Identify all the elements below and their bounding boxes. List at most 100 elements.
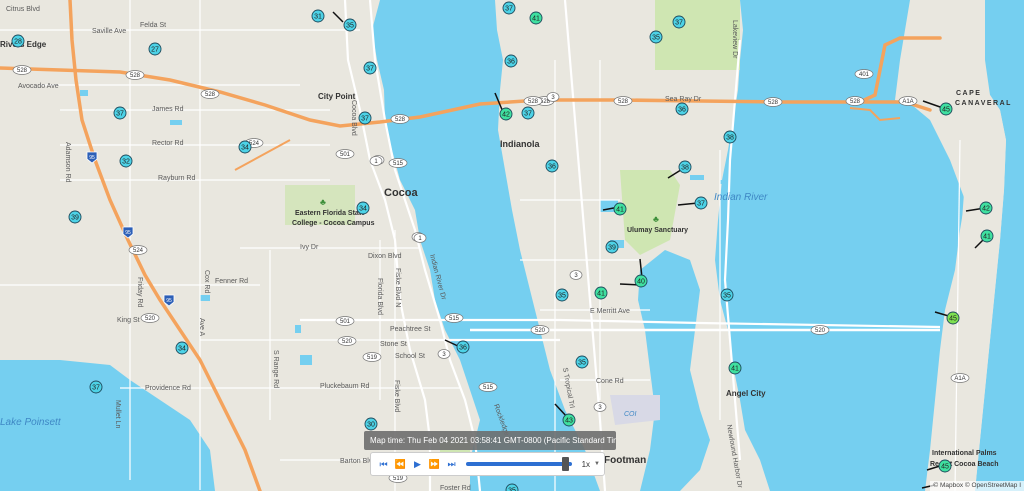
weather-station-marker[interactable]: 41 (980, 229, 994, 243)
skip-to-end-button[interactable]: ⏭ (443, 456, 460, 472)
street-label: Citrus Blvd (6, 6, 40, 13)
route-number-label: 519 (367, 355, 378, 361)
speed-select[interactable]: 1x ▼ (578, 460, 600, 469)
route-number-label: 401 (859, 72, 870, 78)
street-label: Mullet Ln (114, 400, 121, 429)
weather-station-marker[interactable]: 32 (119, 154, 133, 168)
route-number-label: A1A (902, 99, 913, 105)
temperature-value: 37 (366, 66, 374, 73)
street-label: Stone St (380, 341, 407, 348)
place-name-label: CANAVERAL (955, 100, 1012, 107)
weather-station-marker[interactable]: 41 (613, 202, 627, 216)
weather-station-marker[interactable]: 39 (68, 210, 82, 224)
map-time-tooltip: Map time: Thu Feb 04 2021 03:58:41 GMT-0… (364, 431, 616, 450)
route-shield-icon: 520 (140, 313, 160, 323)
fast-forward-icon: ⏩ (428, 458, 441, 469)
college-icon: ♣ (320, 197, 326, 207)
route-shield-icon: 520 (810, 325, 830, 335)
route-shield-icon: 520 (530, 325, 550, 335)
playback-controls: ⏮ ⏪ ▶ ⏩ ⏭ 1x ▼ (370, 452, 605, 476)
weather-station-marker[interactable]: 45 (946, 311, 960, 325)
weather-station-marker[interactable]: 38 (678, 160, 692, 174)
route-number-label: 95 (89, 155, 95, 161)
weather-station-marker[interactable]: 35 (555, 288, 569, 302)
weather-station-marker[interactable]: 37 (358, 111, 372, 125)
step-forward-button[interactable]: ⏩ (426, 456, 443, 472)
temperature-value: 35 (508, 488, 516, 491)
weather-station-marker[interactable]: 37 (502, 1, 516, 15)
route-number-label: 528 (768, 100, 779, 106)
weather-station-marker[interactable]: 42 (979, 201, 993, 215)
route-number-label: 501 (340, 319, 351, 325)
street-label: Lakeview Dr (731, 20, 738, 59)
time-slider[interactable] (466, 456, 572, 472)
weather-station-marker[interactable]: 27 (148, 42, 162, 56)
temperature-value: 37 (505, 6, 513, 13)
weather-station-marker[interactable]: 45 (939, 102, 953, 116)
time-slider-handle[interactable] (562, 457, 570, 471)
weather-station-marker[interactable]: 37 (521, 106, 535, 120)
weather-station-marker[interactable]: 43 (562, 413, 576, 427)
weather-station-marker[interactable]: 39 (605, 240, 619, 254)
weather-station-marker[interactable]: 42 (499, 107, 513, 121)
route-number-label: 528 (17, 68, 28, 74)
route-shield-icon: 515 (478, 382, 498, 392)
temperature-value: 37 (697, 201, 705, 208)
weather-station-marker[interactable]: 37 (113, 106, 127, 120)
skip-to-start-button[interactable]: ⏮ (375, 456, 392, 472)
play-button[interactable]: ▶ (409, 456, 426, 472)
weather-station-marker[interactable]: 36 (545, 159, 559, 173)
street-label: Fiske Blvd N (394, 268, 401, 307)
route-shield-icon: 520 (337, 336, 357, 346)
weather-station-marker[interactable]: 36 (504, 54, 518, 68)
temperature-value: 45 (949, 316, 957, 323)
map-canvas[interactable]: Citrus Blvd Saville Ave Felda St Avocado Av… (0, 0, 1024, 491)
temperature-value: 36 (548, 164, 556, 171)
route-shield-icon: 501 (335, 149, 355, 159)
weather-station-marker[interactable]: 28 (11, 34, 25, 48)
weather-station-marker[interactable]: 41 (594, 286, 608, 300)
weather-station-marker[interactable]: 45 (938, 459, 952, 473)
weather-station-marker[interactable]: 41 (529, 11, 543, 25)
street-label: Providence Rd (145, 385, 191, 392)
weather-station-marker[interactable]: 37 (363, 61, 377, 75)
step-back-button[interactable]: ⏪ (392, 456, 409, 472)
weather-station-marker[interactable]: 41 (728, 361, 742, 375)
street-label: Florida Blvd (376, 278, 383, 315)
route-shield-icon: 528 (390, 114, 410, 124)
temperature-value: 42 (982, 206, 990, 213)
weather-station-marker[interactable]: 36 (456, 340, 470, 354)
route-number-label: 520 (815, 328, 826, 334)
weather-station-marker[interactable]: 37 (89, 380, 103, 394)
temperature-value: 45 (941, 464, 949, 471)
chevron-down-icon: ▼ (594, 461, 600, 467)
play-icon: ▶ (414, 458, 421, 469)
weather-station-marker[interactable]: 37 (694, 196, 708, 210)
weather-station-marker[interactable]: 36 (675, 102, 689, 116)
weather-station-marker[interactable]: 30 (364, 417, 378, 431)
temperature-value: 40 (637, 279, 645, 286)
temperature-value: 37 (92, 385, 100, 392)
weather-station-marker[interactable]: 34 (356, 201, 370, 215)
place-name-label: International Palms (932, 450, 997, 457)
weather-station-marker[interactable]: 38 (723, 130, 737, 144)
route-number-label: 520 (342, 339, 353, 345)
map-attribution[interactable]: © Mapbox © OpenStreetMap I (930, 481, 1024, 491)
weather-station-marker[interactable]: 37 (672, 15, 686, 29)
street-label: Cocoa Blvd (350, 100, 357, 136)
weather-station-marker[interactable]: 34 (238, 140, 252, 154)
weather-station-marker[interactable]: 35 (649, 30, 663, 44)
place-name-label: Ulumay Sanctuary (627, 227, 688, 234)
weather-station-marker[interactable]: 35 (575, 355, 589, 369)
weather-station-marker[interactable]: 35 (343, 18, 357, 32)
weather-station-marker[interactable]: 40 (634, 274, 648, 288)
weather-station-marker[interactable]: 35 (720, 288, 734, 302)
temperature-value: 45 (942, 107, 950, 114)
street-label: Adamson Rd (64, 142, 71, 183)
temperature-value: 30 (367, 422, 375, 429)
weather-station-marker[interactable]: 31 (311, 9, 325, 23)
weather-station-marker[interactable]: 34 (175, 341, 189, 355)
speed-value: 1x (581, 459, 591, 469)
temperature-value: 27 (151, 47, 159, 54)
temperature-value: 34 (178, 346, 186, 353)
